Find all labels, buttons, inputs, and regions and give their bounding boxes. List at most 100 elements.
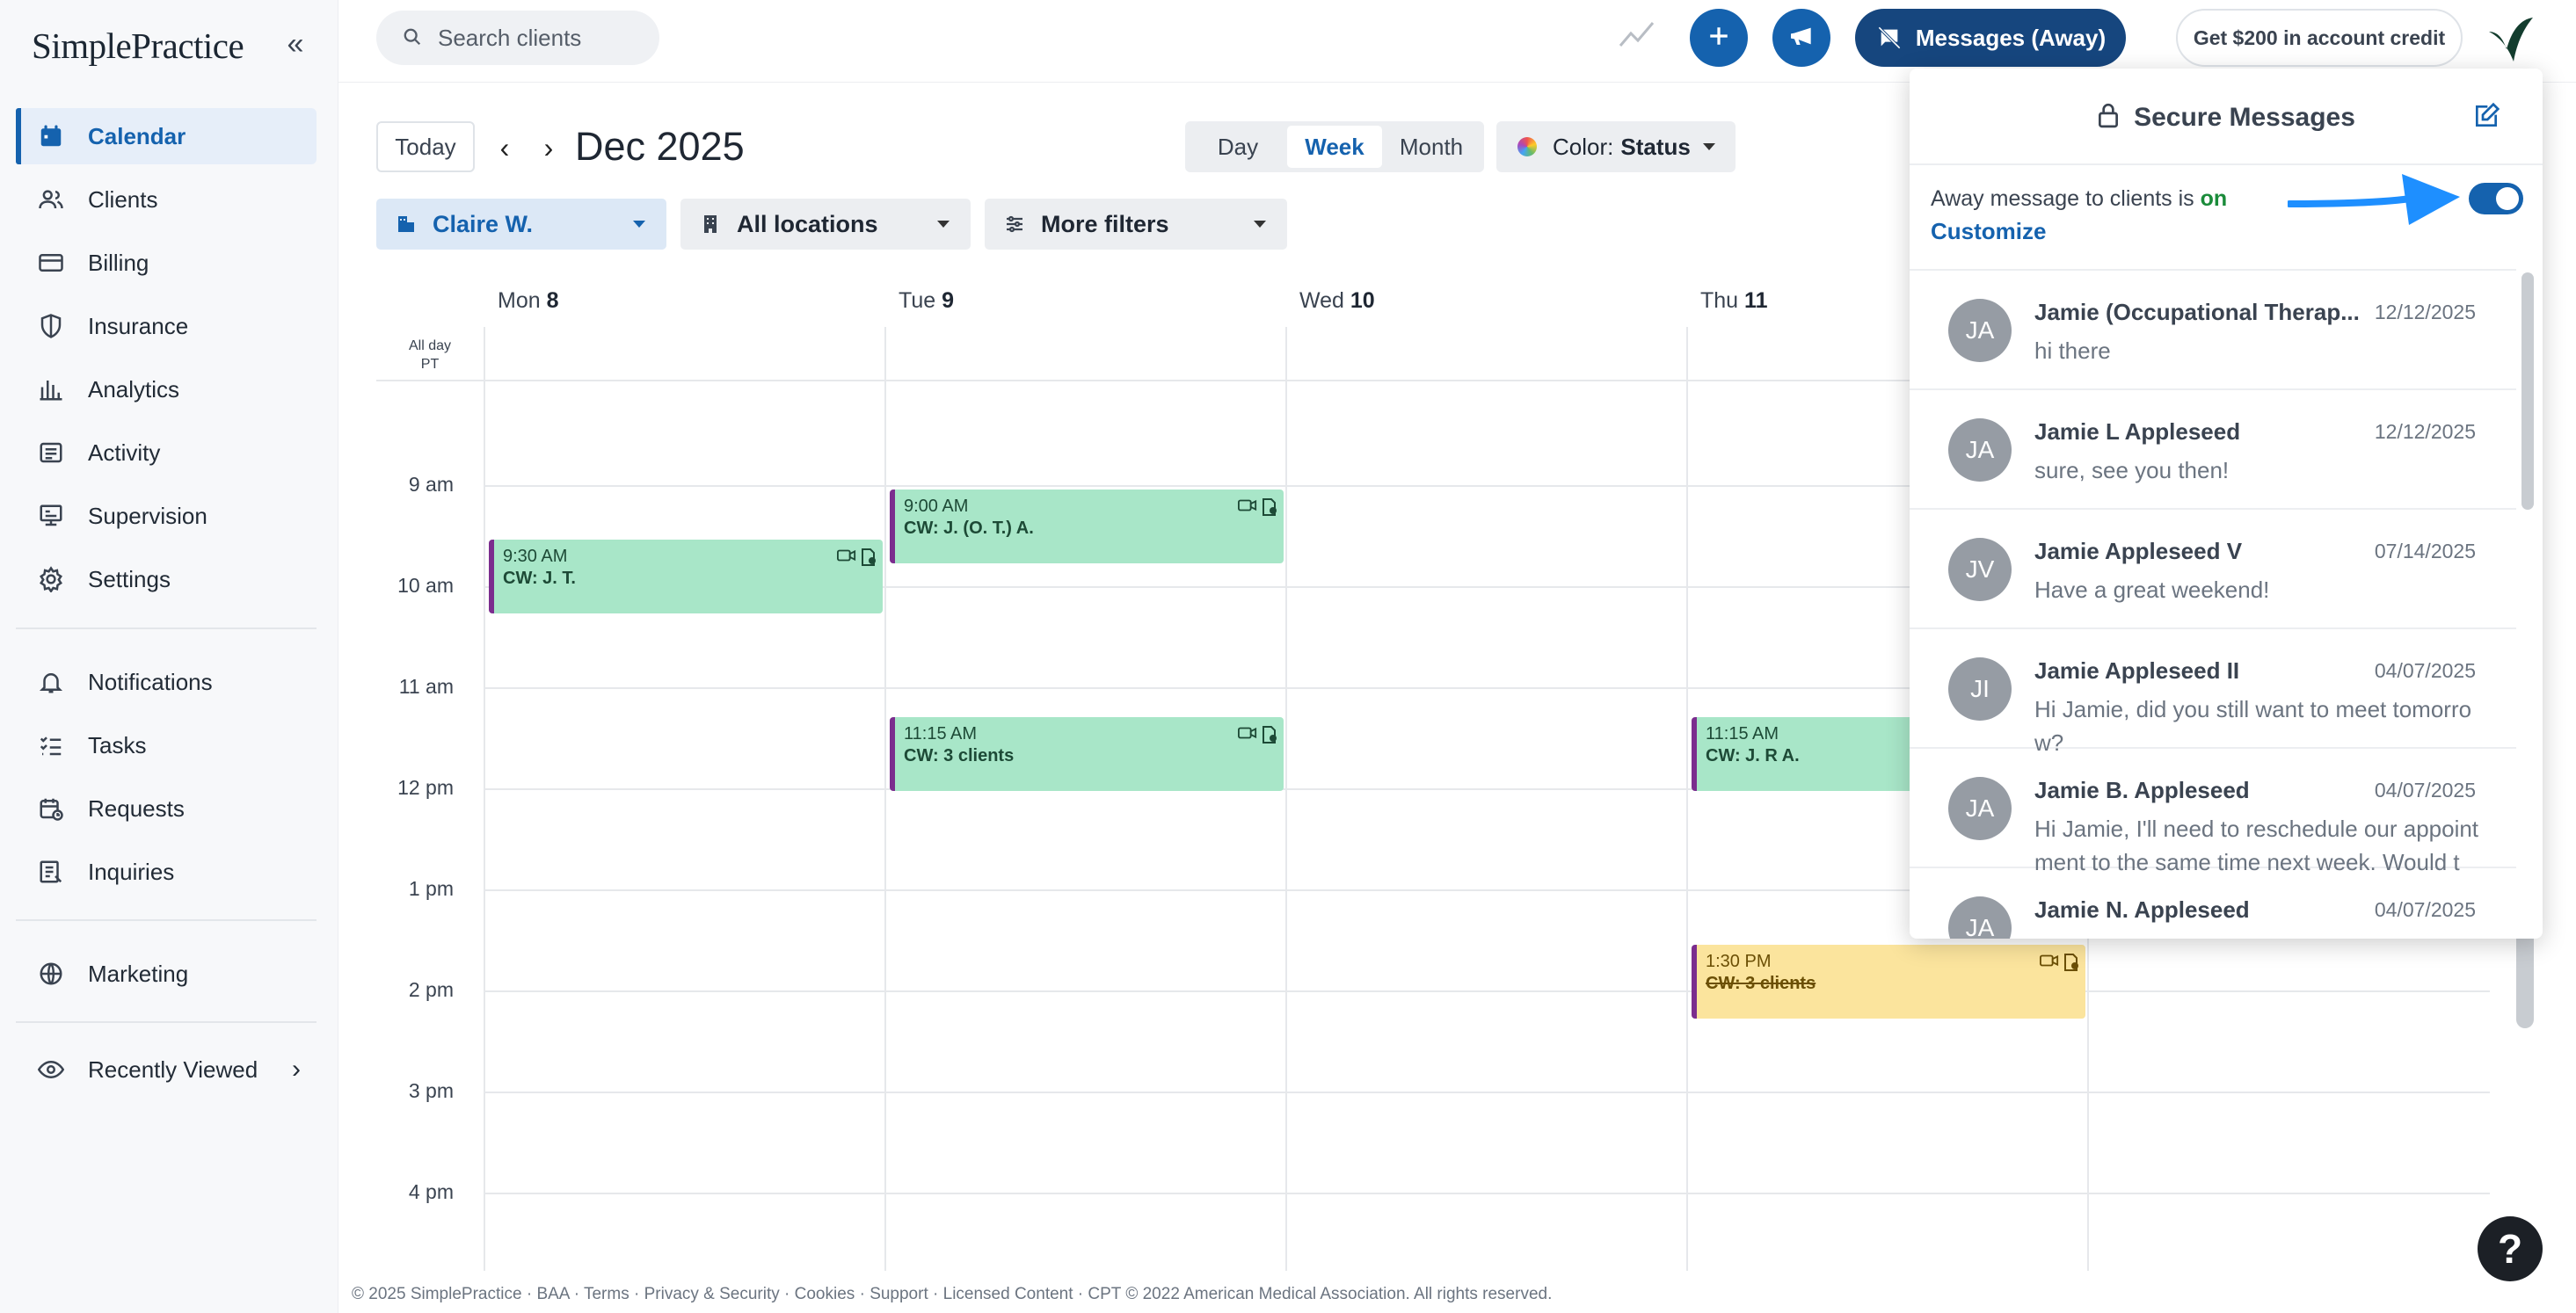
gear-icon — [35, 563, 67, 595]
appointment-event[interactable]: 11:15 AM CW: 3 clients — [890, 717, 1284, 791]
document-icon — [1263, 726, 1277, 744]
search-icon — [403, 27, 424, 48]
appointment-event[interactable]: 9:30 AM CW: J. T. — [489, 540, 883, 613]
sidebar-item-marketing[interactable]: Marketing — [16, 946, 317, 1002]
conversation-date: 04/07/2025 — [2374, 779, 2476, 802]
globe-icon — [35, 958, 67, 990]
customize-link[interactable]: Customize — [1931, 218, 2046, 245]
hour-label: 3 pm — [408, 1079, 454, 1102]
event-title: CW: 3 clients — [1706, 974, 1816, 993]
more-filters-dropdown[interactable]: More filters — [985, 199, 1287, 250]
view-day-tab[interactable]: Day — [1189, 126, 1287, 168]
footer-link[interactable]: Cookies — [795, 1285, 855, 1303]
video-icon — [1238, 499, 1257, 511]
search-box[interactable] — [376, 11, 659, 65]
conversation-date: 07/14/2025 — [2374, 540, 2476, 562]
appointment-event[interactable]: 1:30 PM CW: 3 clients — [1692, 945, 2085, 1019]
event-title: CW: 3 clients — [904, 746, 1015, 765]
sidebar-item-clients[interactable]: Clients — [16, 171, 317, 228]
sidebar-item-inquiries[interactable]: Inquiries — [16, 844, 317, 900]
footer-link[interactable]: Support — [870, 1285, 928, 1303]
clinician-filter[interactable]: Claire W. — [376, 199, 666, 250]
today-button[interactable]: Today — [376, 121, 475, 172]
view-week-tab[interactable]: Week — [1287, 126, 1382, 168]
sidebar-item-label: Marketing — [88, 960, 189, 987]
sidebar-item-settings[interactable]: Settings — [16, 551, 317, 607]
conversation-item[interactable]: JV Jamie Appleseed V 07/14/2025 Have a g… — [1910, 510, 2516, 629]
nav-divider — [16, 1021, 317, 1023]
sidebar-item-recently-viewed[interactable]: Recently Viewed › — [16, 1041, 317, 1098]
bell-icon — [35, 666, 67, 698]
sidebar-item-label: Analytics — [88, 375, 180, 403]
footer-link[interactable]: Terms — [584, 1285, 629, 1303]
color-wheel-icon — [1517, 137, 1537, 156]
avatar: JA — [1948, 299, 2012, 362]
avatar: JA — [1948, 418, 2012, 482]
conversation-item[interactable]: JA Jamie B. Appleseed 04/07/2025 Hi Jami… — [1910, 749, 2516, 875]
more-filters-label: More filters — [1041, 210, 1169, 237]
conversation-scrollbar[interactable] — [2521, 272, 2534, 510]
compose-icon[interactable] — [2472, 102, 2504, 134]
trend-icon[interactable] — [1618, 19, 1662, 54]
hour-line — [485, 990, 2490, 992]
sidebar-item-analytics[interactable]: Analytics — [16, 361, 317, 417]
conversation-preview: I filled out the intake packet, did you … — [2034, 932, 2483, 939]
conversation-preview: hi there — [2034, 337, 2111, 364]
conversation-date: 12/12/2025 — [2374, 420, 2476, 443]
list-icon — [35, 437, 67, 468]
chevron-right-icon: › — [292, 1055, 301, 1084]
sidebar-item-calendar[interactable]: Calendar — [16, 108, 317, 164]
conversation-item[interactable]: JI Jamie Appleseed II 04/07/2025 Hi Jami… — [1910, 629, 2516, 756]
lock-icon — [2097, 102, 2120, 135]
sidebar-item-notifications[interactable]: Notifications — [16, 654, 317, 710]
sidebar-item-activity[interactable]: Activity — [16, 424, 317, 481]
sidebar-item-label: Inquiries — [88, 858, 175, 885]
add-button[interactable] — [1690, 9, 1748, 67]
nav-divider — [16, 919, 317, 921]
color-by-dropdown[interactable]: Color: Status — [1496, 121, 1736, 172]
day-header-tue[interactable]: Tue 9 — [899, 288, 954, 314]
day-header-thu[interactable]: Thu 11 — [1700, 288, 1767, 314]
conversation-name: Jamie B. Appleseed — [2034, 777, 2250, 803]
conversation-item[interactable]: JA Jamie N. Appleseed 04/07/2025 I fille… — [1910, 868, 2516, 939]
sidebar-item-requests[interactable]: Requests — [16, 780, 317, 837]
footer-link[interactable]: Licensed Content — [943, 1285, 1073, 1303]
away-message-toggle[interactable] — [2469, 183, 2523, 214]
announcements-button[interactable] — [1772, 9, 1830, 67]
credit-card-icon — [35, 247, 67, 279]
prev-week-button[interactable]: ‹ — [489, 130, 520, 165]
next-week-button[interactable]: › — [533, 130, 564, 165]
caret-down-icon — [1702, 143, 1715, 150]
locations-filter[interactable]: All locations — [680, 199, 971, 250]
caret-down-icon — [937, 221, 950, 228]
day-column-divider — [1285, 327, 1287, 1271]
sidebar-item-billing[interactable]: Billing — [16, 235, 317, 291]
conversation-name: Jamie L Appleseed — [2034, 418, 2241, 445]
search-input[interactable] — [438, 24, 649, 52]
messages-button[interactable]: Messages (Away) — [1855, 9, 2126, 67]
toggle-knob — [2496, 187, 2519, 210]
conversation-item[interactable]: JA Jamie (Occupational Therap... 12/12/2… — [1910, 271, 2516, 390]
conversation-item[interactable]: JA Jamie L Appleseed 12/12/2025 sure, se… — [1910, 390, 2516, 510]
footer-link[interactable]: Privacy & Security — [644, 1285, 780, 1303]
clients-icon — [35, 184, 67, 215]
user-avatar[interactable] — [2484, 12, 2536, 65]
day-header-mon[interactable]: Mon 8 — [498, 288, 559, 314]
avatar: JA — [1948, 777, 2012, 840]
day-header-wed[interactable]: Wed 10 — [1299, 288, 1375, 314]
supervision-icon — [35, 500, 67, 532]
sidebar-item-tasks[interactable]: Tasks — [16, 717, 317, 773]
clinician-icon — [396, 214, 417, 235]
footer-link[interactable]: BAA — [536, 1285, 569, 1303]
conversation-date: 04/07/2025 — [2374, 659, 2476, 682]
sidebar-item-supervision[interactable]: Supervision — [16, 488, 317, 544]
footer-copyright: © 2025 SimplePractice — [352, 1285, 522, 1303]
collapse-sidebar-icon[interactable]: « — [280, 28, 311, 60]
sidebar-item-insurance[interactable]: Insurance — [16, 298, 317, 354]
view-month-tab[interactable]: Month — [1382, 126, 1481, 168]
appointment-event[interactable]: 9:00 AM CW: J. (O. T.) A. — [890, 490, 1284, 563]
panel-title: Secure Messages — [1910, 102, 2543, 135]
footer: © 2025 SimplePractice · BAA · Terms · Pr… — [352, 1285, 1553, 1303]
account-credit-button[interactable]: Get $200 in account credit — [2176, 9, 2463, 67]
help-button[interactable]: ? — [2478, 1216, 2543, 1281]
